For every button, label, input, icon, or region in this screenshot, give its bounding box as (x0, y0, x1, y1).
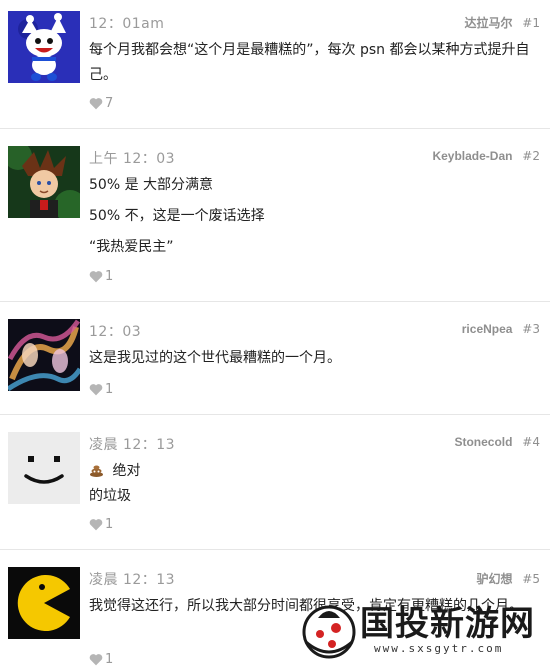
like-button[interactable]: 1 (89, 382, 113, 397)
author-link[interactable]: Stonecold (454, 435, 512, 449)
ladybug-logo-icon (300, 598, 358, 664)
comment-thread: 12：01am 达拉马尔 #1 每个月我都会想“这个月是最糟糕的”，每次 psn… (0, 0, 550, 672)
like-button[interactable]: 1 (89, 517, 113, 532)
like-count: 1 (105, 269, 114, 284)
post-number[interactable]: #3 (522, 322, 540, 336)
post-meta: Keyblade-Dan #2 (432, 149, 540, 163)
post-meta: 驴幻想 #5 (476, 570, 540, 587)
post-body: 50% 是 大部分满意 50% 不，这是一个废话选择 “我热爱民主” (89, 173, 530, 260)
post-body: 绝对 的垃圾 (89, 459, 530, 509)
like-count: 1 (105, 517, 114, 532)
post-number[interactable]: #5 (522, 572, 540, 586)
post-text-line: 绝对 (89, 459, 530, 484)
post-number[interactable]: #2 (522, 149, 540, 163)
post-meta: 达拉马尔 #1 (464, 14, 540, 31)
like-count: 7 (105, 96, 114, 111)
like-count: 1 (105, 382, 114, 397)
comment-post: 12：01am 达拉马尔 #1 每个月我都会想“这个月是最糟糕的”，每次 psn… (0, 0, 550, 129)
watermark-url: www.sxsgytr.com (374, 642, 504, 655)
heart-icon (89, 653, 103, 666)
post-time: 凌晨 12：13 (89, 437, 176, 453)
post-time: 12：01am (89, 16, 165, 32)
comment-post: 12：03 riceNpea #3 这是我见过的这个世代最糟糕的一个月。 1 (0, 302, 550, 415)
heart-icon (89, 518, 103, 531)
post-text: 这是我见过的这个世代最糟糕的一个月。 (89, 350, 341, 366)
post-number[interactable]: #4 (522, 435, 540, 449)
heart-icon (89, 270, 103, 283)
post-text: 的垃圾 (89, 488, 131, 504)
post-body: 这是我见过的这个世代最糟糕的一个月。 (89, 346, 530, 371)
comment-post: 上午 12：03 Keyblade-Dan #2 50% 是 大部分满意 50%… (0, 129, 550, 302)
post-meta: Stonecold #4 (454, 435, 540, 449)
pacman-avatar[interactable] (8, 567, 80, 639)
post-body: 每个月我都会想“这个月是最糟糕的”，每次 psn 都会以某种方式提升自己。 (89, 38, 530, 88)
author-link[interactable]: riceNpea (462, 322, 513, 336)
smiley-face-avatar[interactable] (8, 432, 80, 504)
like-button[interactable]: 7 (89, 96, 113, 111)
like-count: 1 (105, 652, 114, 667)
sora-avatar[interactable] (8, 146, 80, 218)
heart-icon (89, 383, 103, 396)
post-meta: riceNpea #3 (462, 322, 540, 336)
heart-icon (89, 97, 103, 110)
post-time: 凌晨 12：13 (89, 572, 176, 588)
post-text: 绝对 (112, 463, 141, 479)
poop-emoji-icon (89, 463, 108, 479)
post-text: 50% 是 大部分满意 (89, 177, 214, 193)
site-watermark: 国投新游网 www.sxsgytr.com (290, 592, 550, 668)
author-link[interactable]: Keyblade-Dan (432, 149, 512, 163)
like-button[interactable]: 1 (89, 269, 113, 284)
post-number[interactable]: #1 (522, 16, 540, 30)
post-text: 50% 不，这是一个废话选择 (89, 208, 265, 224)
like-button[interactable]: 1 (89, 652, 113, 667)
post-time: 12：03 (89, 324, 142, 340)
jack-frost-avatar[interactable] (8, 11, 80, 83)
post-text: “我热爱民主” (89, 239, 174, 255)
author-link[interactable]: 达拉马尔 (464, 16, 512, 30)
swirl-faces-avatar[interactable] (8, 319, 80, 391)
comment-post: 凌晨 12：13 Stonecold #4 绝对 的垃圾 1 (0, 415, 550, 550)
watermark-text: 国投新游网 (360, 604, 535, 644)
post-text: 每个月我都会想“这个月是最糟糕的”，每次 psn 都会以某种方式提升自己。 (89, 42, 530, 83)
post-time: 上午 12：03 (89, 151, 176, 167)
author-link[interactable]: 驴幻想 (476, 572, 512, 586)
